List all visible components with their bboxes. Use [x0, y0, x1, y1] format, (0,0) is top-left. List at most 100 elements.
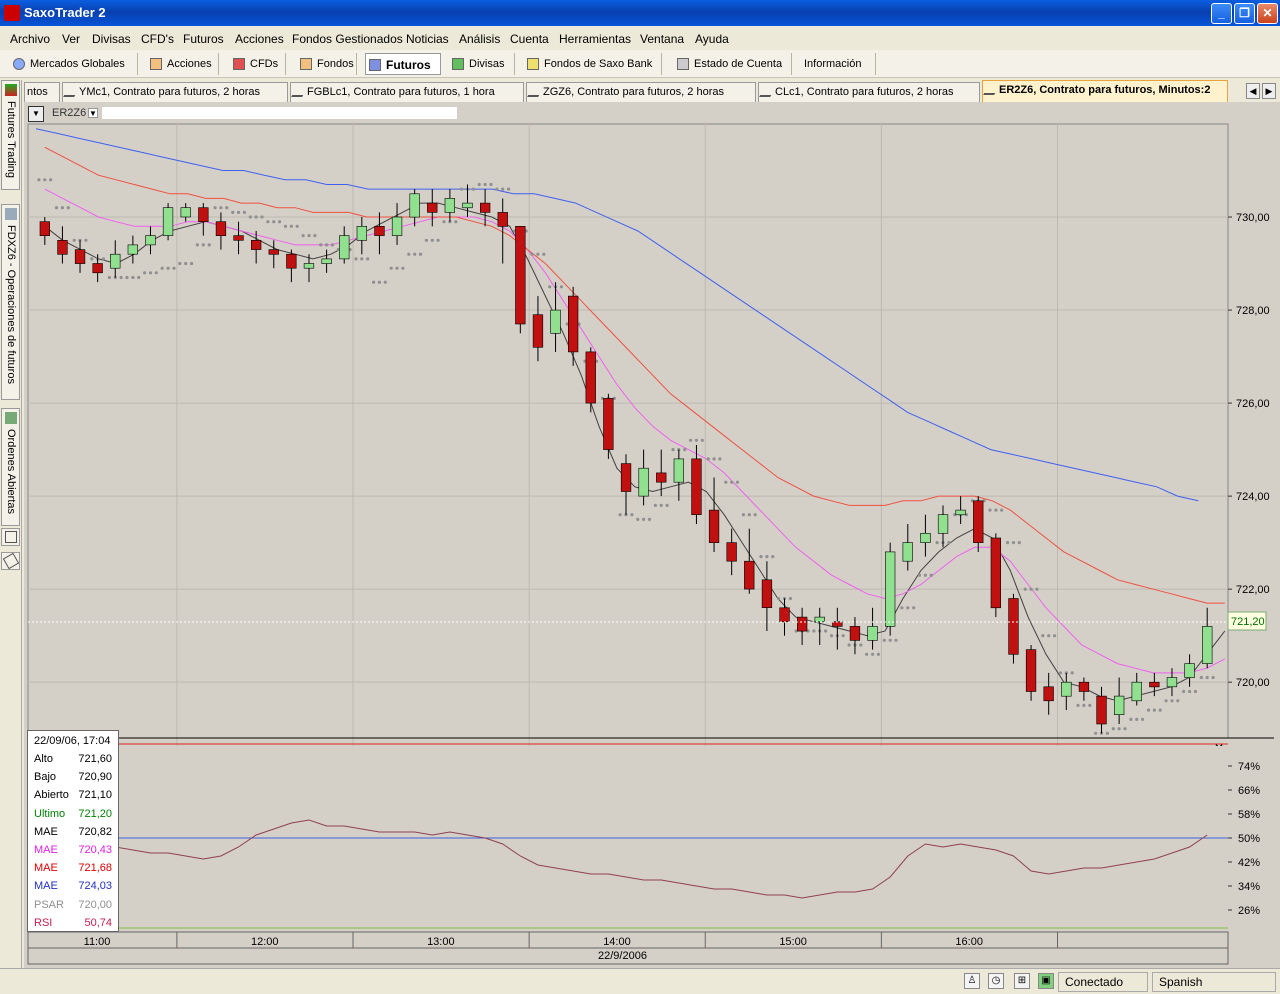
menu-noticias[interactable]: Noticias	[406, 32, 449, 46]
psar-dot	[1094, 731, 1098, 735]
menu-ayuda[interactable]: Ayuda	[695, 32, 729, 46]
tab-fgblc1[interactable]: FGBLc1, Contrato para futuros, 1 hora	[290, 82, 524, 102]
psar-dot	[900, 606, 904, 610]
psar-dot	[683, 448, 687, 452]
tab-clc1[interactable]: CLc1, Contrato para futuros, 2 horas	[758, 82, 980, 102]
toolbar-label: Información	[804, 58, 862, 70]
psar-dot	[1047, 634, 1051, 638]
toolbar-informacion[interactable]: Información	[796, 53, 876, 75]
language-status: Spanish	[1152, 972, 1276, 992]
psar-dot	[888, 638, 892, 642]
candle-up	[814, 616, 825, 623]
psar-dot	[354, 257, 358, 261]
psar-dot	[759, 555, 763, 559]
psar-dot	[642, 517, 646, 521]
candle-up	[356, 226, 367, 241]
menu-herramientas[interactable]: Herramientas	[559, 32, 631, 46]
menu-futuros[interactable]: Futuros	[183, 32, 224, 46]
toolbar-estado-cuenta[interactable]: Estado de Cuenta	[674, 53, 792, 75]
tab-zgz6[interactable]: ZGZ6, Contrato para futuros, 2 horas	[526, 82, 756, 102]
maximize-button[interactable]: ❐	[1234, 3, 1255, 24]
psar-dot	[559, 285, 564, 289]
side-tab-ordenes-abiertas[interactable]: Ordenes Abiertas	[1, 408, 20, 526]
psar-dot	[495, 187, 499, 191]
tab-ntos[interactable]: ntos	[24, 82, 60, 102]
psar-dot	[454, 220, 458, 224]
clock-icon[interactable]: ◷	[988, 973, 1004, 989]
tab-scroll-left-button[interactable]: ◀	[1246, 83, 1260, 99]
tab-ymc1[interactable]: YMc1, Contrato para futuros, 2 horas	[62, 82, 288, 102]
psar-dot	[824, 629, 828, 633]
data-window: 22/09/06, 17:04 Alto 721,60 Bajo 720,90 Abie…	[27, 730, 119, 932]
toolbar-fondos-saxo[interactable]: Fondos de Saxo Bank	[524, 53, 662, 75]
toolbar-acciones[interactable]: Acciones	[147, 53, 219, 75]
menu-cfds[interactable]: CFD's	[141, 32, 174, 46]
candle-up	[145, 235, 156, 246]
close-button[interactable]: ✕	[1257, 3, 1278, 24]
psar-dot	[266, 220, 270, 224]
psar-dot	[1076, 703, 1080, 708]
price-chart[interactable]: 721,20 730,00 728,00 726,00 724,00 722,00 720…	[24, 102, 1280, 968]
psar-dot	[160, 266, 164, 270]
lock-icon[interactable]: ▣	[1038, 973, 1054, 989]
candle-down	[497, 212, 508, 227]
rsi-tick-label: 66%	[1238, 785, 1260, 797]
toolbar-label: CFDs	[250, 58, 279, 70]
toolbar-mercados-globales[interactable]: Mercados Globales	[10, 53, 138, 75]
toolbar-futuros[interactable]: Futuros	[365, 53, 441, 75]
menu-ver[interactable]: Ver	[62, 32, 80, 46]
candle-down	[990, 537, 1001, 609]
menu-analisis[interactable]: Análisis	[459, 32, 500, 46]
candle-down	[198, 207, 209, 222]
minimize-button[interactable]: _	[1211, 3, 1232, 24]
psar-dot	[659, 503, 663, 507]
tab-er2z6[interactable]: ER2Z6, Contrato para futuros, Minutos:2	[982, 80, 1228, 102]
psar-dot	[436, 238, 440, 242]
menu-archivo[interactable]: Archivo	[10, 32, 50, 46]
psar-dot	[190, 261, 194, 266]
info-key: RSI	[34, 916, 53, 929]
window-title: SaxoTrader 2	[24, 5, 106, 20]
psar-dot	[988, 508, 992, 512]
side-tab-tool-1[interactable]	[1, 528, 20, 546]
user-icon[interactable]: ♙	[964, 973, 980, 989]
psar-dot	[319, 243, 323, 247]
candle-down	[567, 295, 579, 353]
candle-down	[691, 458, 702, 515]
candle-down	[39, 221, 50, 236]
side-tab-futures-trading[interactable]: Futures Trading	[1, 80, 20, 190]
candle-up	[1184, 663, 1195, 678]
menu-ventana[interactable]: Ventana	[640, 32, 684, 46]
psar-dot	[1035, 587, 1039, 591]
menu-divisas[interactable]: Divisas	[92, 32, 131, 46]
toolbar-cfds[interactable]: CFDs	[230, 53, 286, 75]
candle-up	[339, 235, 350, 260]
psar-dot	[84, 238, 88, 242]
psar-dot	[1029, 587, 1033, 591]
candle-down	[233, 235, 244, 241]
psar-dot	[43, 178, 47, 182]
psar-dot	[184, 261, 188, 266]
psar-dot	[307, 234, 311, 238]
menu-cuenta[interactable]: Cuenta	[510, 32, 549, 46]
candle-up	[920, 532, 931, 543]
toolbar-fondos[interactable]: Fondos	[297, 53, 357, 75]
menu-acciones[interactable]: Acciones	[235, 32, 284, 46]
psar-dot	[636, 517, 640, 521]
psar-dot	[66, 206, 70, 210]
menu-fondos-gestionados[interactable]: Fondos Gestionados	[292, 32, 403, 46]
side-tab-fdxz6[interactable]: FDXZ6 - Operaciones de futuros	[1, 204, 20, 400]
psar-dot	[54, 206, 59, 210]
tab-label: ER2Z6, Contrato para futuros, Minutos:2	[999, 84, 1211, 96]
psar-dot	[912, 606, 916, 610]
chart-tab-icon	[527, 87, 544, 97]
network-icon[interactable]: ⊞	[1014, 973, 1030, 989]
candle-down	[479, 202, 491, 213]
psar-dot	[248, 215, 252, 219]
toolbar-divisas[interactable]: Divisas	[449, 53, 515, 75]
psar-dot	[812, 629, 816, 633]
tab-scroll-right-button[interactable]: ▶	[1262, 83, 1276, 99]
chart-tab-icon	[983, 85, 1000, 95]
side-tab-tool-2[interactable]	[1, 552, 20, 570]
info-row-rsi: RSI 50,74	[34, 917, 116, 935]
